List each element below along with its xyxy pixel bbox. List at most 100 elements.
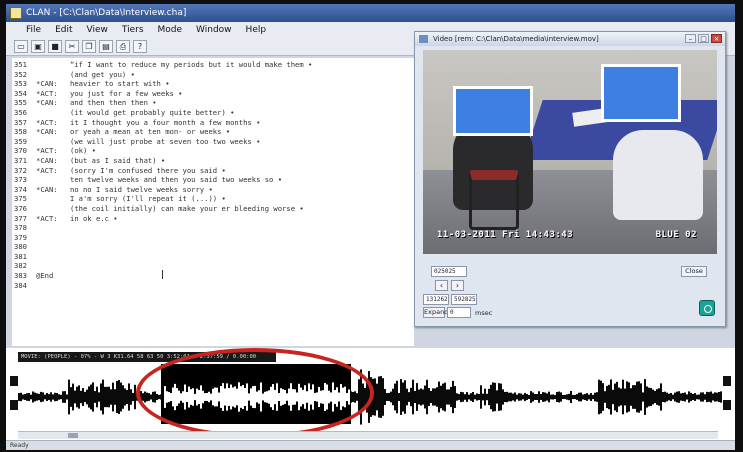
transcript-line[interactable]: 371 *CAN: (but as I said that) •	[12, 156, 414, 166]
transcript-line[interactable]: 375 I a'm sorry (I'll repeat it (...)) •	[12, 194, 414, 204]
transcript-line[interactable]: 370 *ACT: (ok) •	[12, 146, 414, 156]
line-number: 359	[14, 136, 27, 146]
line-number: 351	[14, 60, 27, 69]
transcript-line[interactable]: 357 *ACT: it I thought you a four month a …	[12, 118, 414, 128]
sync-icon[interactable]	[699, 300, 715, 316]
transcript-line[interactable]: 376 (the coil initially) can make your er…	[12, 204, 414, 214]
step-forward-button[interactable]: ›	[451, 280, 464, 291]
horizontal-scrollbar[interactable]	[18, 431, 718, 439]
line-number: 373	[14, 175, 27, 185]
transcript-line[interactable]: 356 (it would get probably quite better) …	[12, 108, 414, 118]
video-window: Video [rem: C:\Clan\Data\media\interview…	[414, 31, 726, 327]
speaker-code: *ACT:	[36, 213, 58, 223]
time-field[interactable]: 025025	[431, 266, 467, 277]
utterance-text: (but as I said that) •	[70, 155, 166, 165]
menu-window[interactable]: Window	[196, 22, 232, 38]
menu-file[interactable]: File	[26, 22, 41, 38]
step-back-button[interactable]: ‹	[435, 280, 448, 291]
utterance-text: heavier to start with •	[70, 79, 170, 89]
minimize-button[interactable]: –	[685, 34, 696, 43]
line-number: 374	[14, 184, 27, 194]
transcript-line[interactable]: 352 (and get you) •	[12, 70, 414, 80]
utterance-text: (we will just probe at seven too two wee…	[70, 136, 261, 146]
transcript-line[interactable]: 358 *CAN: or yeah a mean at ten mon- or we…	[12, 127, 414, 137]
save-icon[interactable]: ■	[48, 40, 62, 53]
help-icon[interactable]: ?	[133, 40, 147, 53]
right-marker-lower[interactable]	[723, 400, 731, 410]
line-number: 376	[14, 203, 27, 213]
transcript-line[interactable]: 383 @End	[12, 271, 414, 281]
open-folder-icon[interactable]: ▣	[31, 40, 45, 53]
video-window-titlebar[interactable]: Video [rem: C:\Clan\Data\media\interview…	[415, 32, 725, 46]
right-marker[interactable]	[723, 376, 731, 386]
cut-icon[interactable]: ✂	[65, 40, 79, 53]
window-title: CLAN - [C:\Clan\Data\Interview.cha]	[26, 8, 187, 18]
transcript-line[interactable]: 381	[12, 252, 414, 262]
end-field[interactable]: 592825	[451, 294, 477, 305]
left-marker-lower[interactable]	[10, 400, 18, 410]
line-number: 382	[14, 261, 27, 271]
transcript-line[interactable]: 359 (we will just probe at seven too two …	[12, 137, 414, 147]
transcript-line[interactable]: 353 *CAN: heavier to start with •	[12, 79, 414, 89]
transcript-line[interactable]: 378	[12, 223, 414, 233]
menu-tiers[interactable]: Tiers	[122, 22, 144, 38]
menu-help[interactable]: Help	[246, 22, 267, 38]
start-field[interactable]: 131262	[423, 294, 449, 305]
line-number: 370	[14, 146, 27, 156]
speaker-code: *ACT:	[36, 88, 58, 98]
transcript-line[interactable]: 351 “if I want to reduce my periods but i…	[12, 60, 414, 70]
transcript-line[interactable]: 373 ten twelve weeks and then you said tw…	[12, 175, 414, 185]
video-chair	[469, 170, 519, 230]
line-number: 384	[14, 280, 27, 290]
speaker-code	[36, 137, 70, 147]
line-number: 383	[14, 271, 27, 281]
new-file-icon[interactable]: ▭	[14, 40, 28, 53]
utterance-text: (sorry I'm confused there you said •	[70, 165, 226, 175]
speaker-code: *CAN:	[36, 79, 58, 89]
menu-edit[interactable]: Edit	[55, 22, 72, 38]
speaker-code	[36, 233, 70, 243]
video-icon	[419, 35, 428, 43]
line-number: 355	[14, 98, 27, 108]
utterance-text: in ok e.c •	[70, 213, 118, 223]
paste-icon[interactable]: ▤	[99, 40, 113, 53]
transcript-line[interactable]: 384	[12, 281, 414, 291]
copy-icon[interactable]: ❐	[82, 40, 96, 53]
utterance-text	[70, 271, 414, 281]
line-number: 371	[14, 155, 27, 165]
speaker-code: @End	[36, 271, 54, 281]
transcript-line[interactable]: 380	[12, 242, 414, 252]
app-screen: CLAN - [C:\Clan\Data\Interview.cha] File…	[6, 4, 735, 450]
line-number: 375	[14, 194, 27, 204]
transcript-line[interactable]: 355 *CAN: and then then then •	[12, 98, 414, 108]
expand-field[interactable]: 0	[447, 307, 471, 318]
close-button[interactable]: Close	[681, 266, 707, 277]
transcript-line[interactable]: 377 *ACT: in ok e.c •	[12, 214, 414, 224]
menu-view[interactable]: View	[87, 22, 108, 38]
line-number: 357	[14, 117, 27, 127]
transcript-line[interactable]: 354 *ACT: you just for a few weeks •	[12, 89, 414, 99]
scrollbar-thumb[interactable]	[68, 433, 78, 438]
maximize-button[interactable]: □	[698, 34, 709, 43]
transcript-line[interactable]: 372 *ACT: (sorry I'm confused there you sa…	[12, 166, 414, 176]
close-icon[interactable]: ×	[711, 34, 722, 43]
utterance-text: (the coil initially) can make your er bl…	[70, 203, 304, 213]
print-icon[interactable]: ⎙	[116, 40, 130, 53]
title-bar: CLAN - [C:\Clan\Data\Interview.cha]	[6, 4, 735, 22]
utterance-text: you just for a few weeks •	[70, 88, 183, 98]
transcript-editor[interactable]: 351 “if I want to reduce my periods but i…	[12, 58, 414, 346]
line-number: 380	[14, 242, 27, 252]
speaker-code: *CAN:	[36, 155, 58, 165]
left-marker[interactable]	[10, 376, 18, 386]
speaker-code: *CAN:	[36, 127, 58, 137]
face-redaction-left	[453, 86, 533, 136]
transcript-line[interactable]: 382	[12, 261, 414, 271]
expand-button[interactable]: Expand	[423, 307, 448, 318]
line-number: 356	[14, 107, 27, 117]
transcript-line[interactable]: 379	[12, 233, 414, 243]
transcript-line[interactable]: 374 *CAN: no no I said twelve weeks sorry …	[12, 185, 414, 195]
line-number: 381	[14, 251, 27, 261]
waveform-panel[interactable]: MOVIE: (PEOPLE) - 07% - W 3 K31.64 58 63…	[6, 348, 735, 440]
video-frame[interactable]: 11-03-2011 Fri 14:43:43 BLUE 02	[423, 50, 717, 254]
menu-mode[interactable]: Mode	[158, 22, 183, 38]
